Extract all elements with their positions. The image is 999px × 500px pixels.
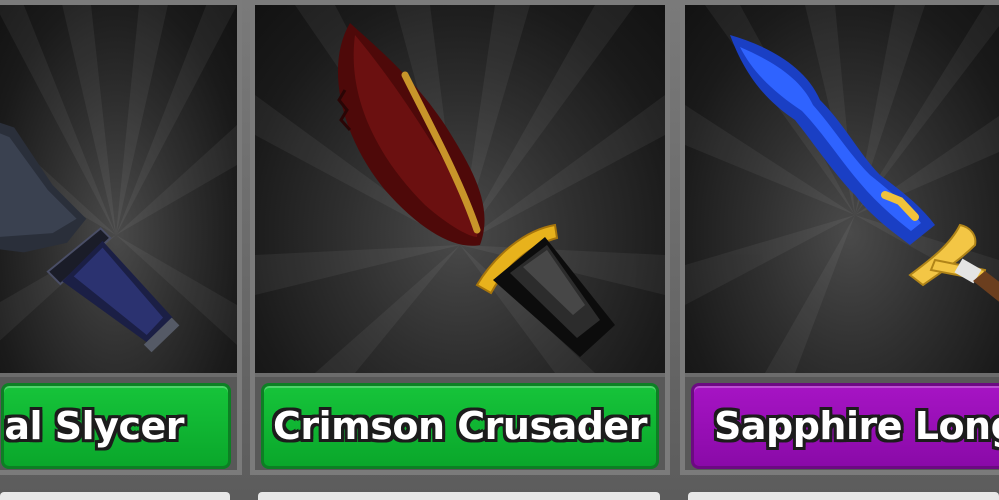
weapon-name-label: oal Slycer (4, 404, 185, 448)
weapon-card-crimson-crusader[interactable]: Crimson Crusader (250, 0, 670, 475)
weapon-card-coal-slycer[interactable]: oal Slycer (0, 0, 242, 475)
weapon-preview (685, 5, 999, 377)
next-row-card-edge (688, 492, 999, 500)
dark-knife-icon (0, 122, 180, 353)
weapon-preview (255, 5, 665, 377)
weapon-name-button[interactable]: Crimson Crusader (261, 383, 659, 469)
weapon-name-label: Crimson Crusader (273, 404, 647, 448)
weapon-name-button[interactable]: Sapphire Longsw (691, 383, 999, 469)
crimson-knife-icon (337, 23, 615, 357)
weapon-inventory: oal Slycer (0, 0, 999, 500)
next-row-card-edge (258, 492, 660, 500)
next-row-card-edge (0, 492, 230, 500)
weapon-preview (0, 5, 237, 377)
sapphire-sword-icon (730, 35, 999, 302)
weapon-name-button[interactable]: oal Slycer (1, 383, 231, 469)
weapon-name-label: Sapphire Longsw (714, 404, 999, 448)
weapon-card-sapphire-longsword[interactable]: Sapphire Longsw (680, 0, 999, 475)
